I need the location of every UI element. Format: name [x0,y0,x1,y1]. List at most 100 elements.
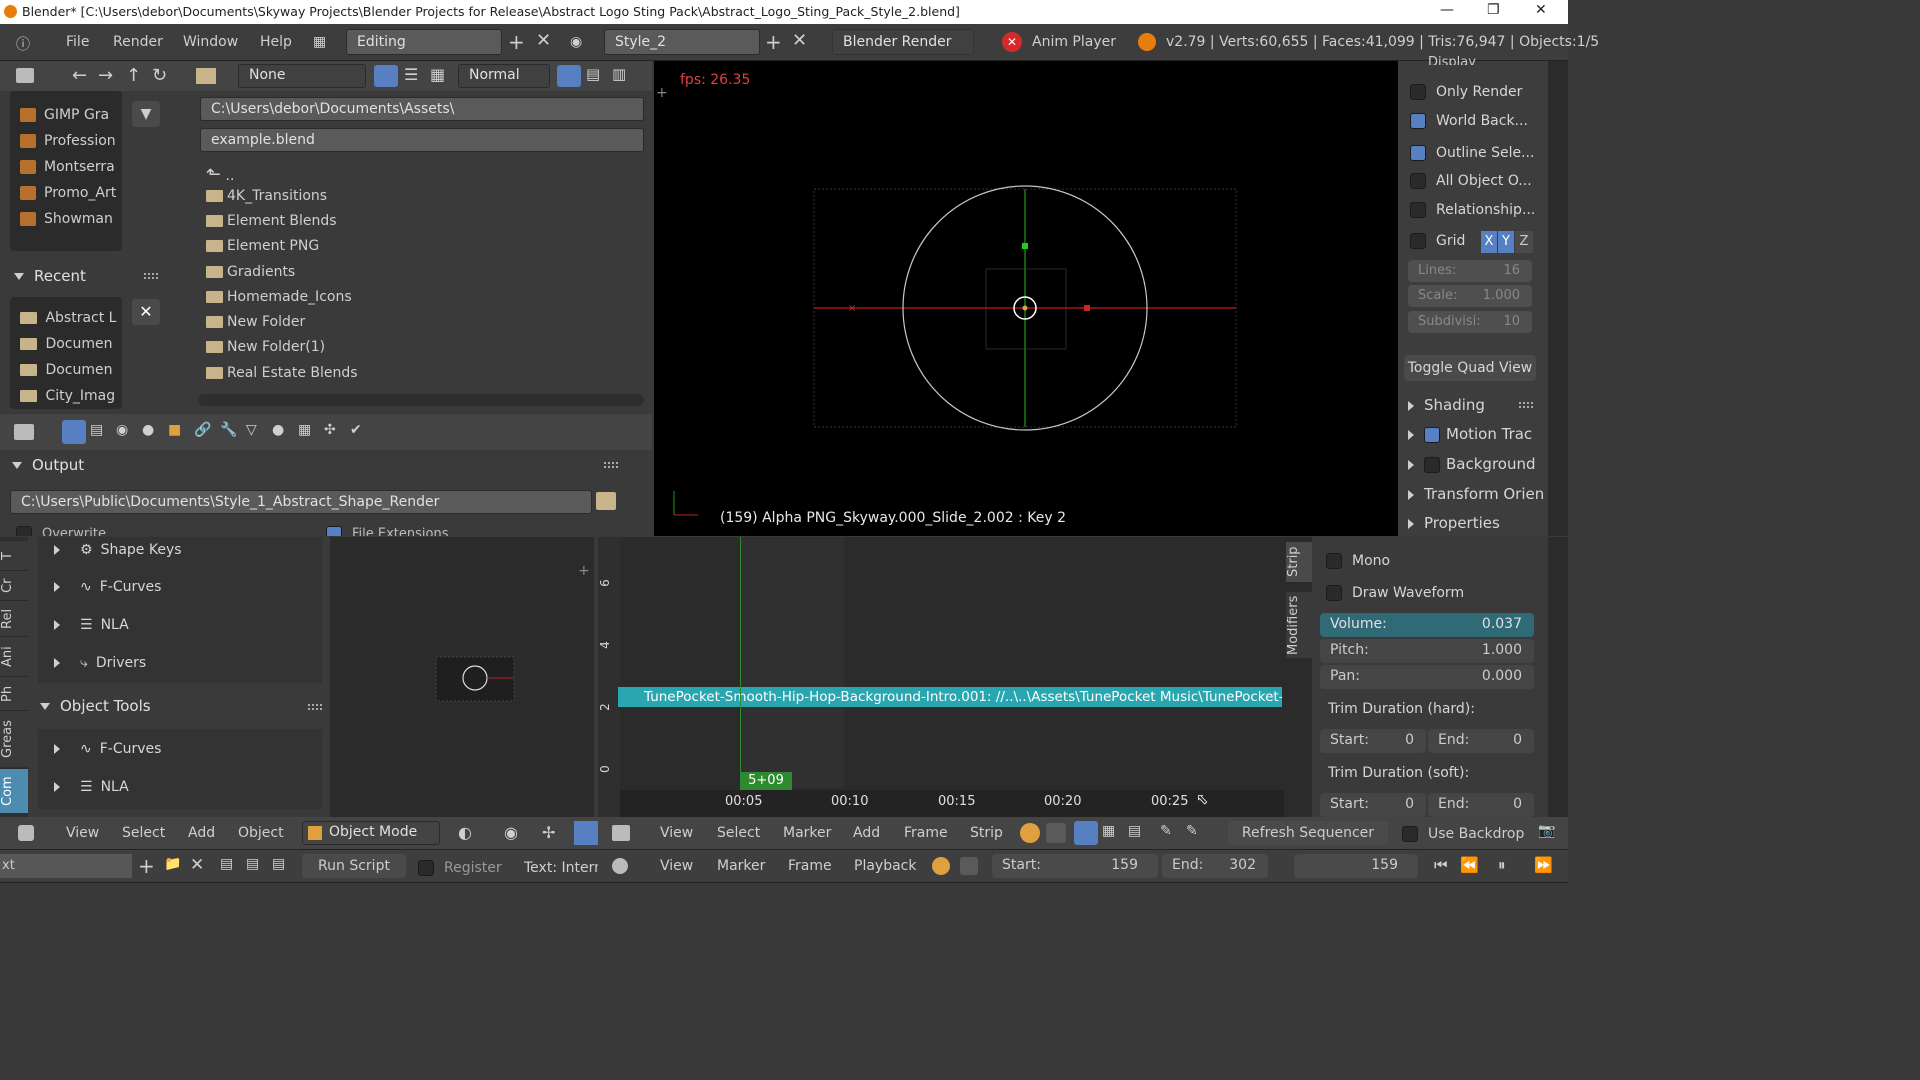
tab-animation[interactable]: Ani [0,636,28,677]
minimize-icon[interactable]: — [1440,2,1454,18]
pitch-field[interactable]: Pitch: 1.000 [1320,639,1534,663]
display-size-select[interactable]: Normal [458,64,550,88]
shape-keys-item[interactable]: ⚙ Shape Keys [54,542,182,558]
folder-item[interactable]: New Folder(1) [206,339,325,355]
trim-hard-start-field[interactable]: Start: 0 [1320,729,1426,753]
menu-object[interactable]: Object [238,825,284,841]
properties-section[interactable]: Properties [1408,514,1500,532]
menu-file[interactable]: File [66,34,89,50]
3d-viewport[interactable]: fps: 26.35 + × (159) Alpha PNG_Skyway.00… [654,61,1398,536]
transform-orientations-section[interactable]: Transform Orien [1408,485,1544,503]
parent-folder-item[interactable]: ⬑ .. [206,164,234,185]
small-3d-viewport[interactable]: + [330,537,594,817]
forward-icon[interactable]: → [98,65,113,86]
back-icon[interactable]: ← [72,65,87,86]
mono-checkbox[interactable]: Mono [1326,553,1390,569]
pan-field[interactable]: Pan: 0.000 [1320,665,1534,689]
pause-icon[interactable]: ⏸ [1498,856,1506,874]
vertical-scrollbar[interactable] [1548,61,1568,536]
remove-layout-icon[interactable]: ✕ [536,30,551,51]
maximize-icon[interactable]: ❐ [1487,2,1500,18]
bookmark-item[interactable]: Profession [20,133,116,149]
paste-strip-icon[interactable]: ✎ [1186,823,1198,839]
menu-view[interactable]: View [660,858,693,874]
world-tab-icon[interactable]: ● [142,422,154,438]
editor-type-icon[interactable] [16,68,34,83]
render-tab-icon[interactable] [62,420,86,444]
grid-subdivisions-field[interactable]: Subdivisi: 10 [1408,311,1532,333]
view-type-sequencer-icon[interactable] [1074,821,1098,845]
outline-selected-checkbox[interactable]: Outline Sele... [1410,145,1534,161]
editor-type-icon[interactable] [18,825,34,841]
grid-axis-y-toggle[interactable]: Y [1498,231,1514,253]
folder-item[interactable]: 4K_Transitions [206,188,327,204]
manipulator-icon[interactable]: ✢ [542,823,555,842]
directory-path-input[interactable]: C:\Users\debor\Documents\Assets\ [200,97,644,121]
syntax-icon[interactable]: ▤ [272,856,285,872]
sort-ext-icon[interactable]: ▤ [586,65,600,83]
recent-item[interactable]: Abstract L [20,310,116,326]
current-frame-indicator[interactable]: 5+09 [740,772,792,790]
scene-select[interactable]: Style_2 [604,29,760,55]
trim-hard-end-field[interactable]: End: 0 [1428,729,1534,753]
relationship-lines-checkbox[interactable]: Relationship... [1410,202,1535,218]
editor-type-icon[interactable] [612,858,628,874]
view-type-both-icon[interactable]: ▤ [1128,823,1141,839]
browse-folder-icon[interactable] [596,492,616,510]
jump-start-icon[interactable]: ⏮ [1434,856,1448,874]
nla-item[interactable]: ☰ NLA [54,617,129,633]
screen-layout-select[interactable]: Editing [346,29,502,55]
view-type-preview-icon[interactable]: ▦ [1102,823,1115,839]
menu-marker[interactable]: Marker [783,825,831,841]
sequencer-mode-icon[interactable] [1020,823,1040,843]
lock-icon[interactable] [960,857,978,875]
jump-keyframe-back-icon[interactable]: ⏪ [1460,856,1479,874]
sort-time-icon[interactable]: ▥ [612,65,626,83]
remove-scene-icon[interactable]: ✕ [792,30,807,51]
editor-type-icon[interactable] [612,825,630,841]
long-list-icon[interactable]: ☰ [404,65,418,84]
filter-select[interactable]: None [238,64,366,88]
fcurves-item[interactable]: ∿ F-Curves [54,741,161,757]
refresh-sequencer-button[interactable]: Refresh Sequencer [1228,821,1388,845]
layout-grid-icon[interactable]: ▦ [313,34,326,50]
new-text-icon[interactable]: + [138,854,155,878]
run-script-button[interactable]: Run Script [302,854,406,878]
jump-keyframe-forward-icon[interactable]: ⏩ [1534,856,1553,874]
new-folder-icon[interactable] [196,68,216,84]
start-frame-field[interactable]: Start: 159 [992,854,1158,878]
folder-item[interactable]: Element PNG [206,238,319,254]
only-render-checkbox[interactable]: Only Render [1410,84,1522,100]
vertical-scrollbar[interactable] [1548,537,1568,817]
pivot-icon[interactable]: ◉ [504,823,518,842]
grid-axis-z-toggle[interactable]: Z [1515,231,1533,253]
draw-waveform-checkbox[interactable]: Draw Waveform [1326,585,1464,601]
menu-view[interactable]: View [66,825,99,841]
mode-select[interactable]: Object Mode [302,821,440,845]
sound-strip[interactable]: TunePocket-Smooth-Hip-Hop-Background-Int… [618,687,1282,707]
modifiers-tab-icon[interactable]: 🔧 [220,422,237,438]
unlink-text-icon[interactable]: ✕ [190,855,204,875]
folder-item[interactable]: Real Estate Blends [206,365,358,381]
recent-header[interactable]: Recent [14,267,86,285]
menu-select[interactable]: Select [717,825,760,841]
thumbnails-icon[interactable]: ▦ [430,65,445,84]
recent-item[interactable]: Documen [20,362,113,378]
folder-item[interactable]: Homemade_Icons [206,289,352,305]
line-numbers-icon[interactable]: ▤ [220,856,233,872]
menu-playback[interactable]: Playback [854,858,916,874]
clear-recent-icon[interactable]: ✕ [132,299,160,325]
refresh-icon[interactable]: ↻ [152,65,167,86]
bookmark-item[interactable]: Montserra [20,159,115,175]
y-handle[interactable] [1022,243,1028,249]
nla-item[interactable]: ☰ NLA [54,779,129,795]
checkbox-icon[interactable] [1424,426,1440,443]
timeline-mode-icon[interactable] [932,857,950,875]
menu-view[interactable]: View [660,825,693,841]
fcurves-item[interactable]: ∿ F-Curves [54,579,161,595]
add-scene-icon[interactable]: + [765,30,782,54]
tab-create[interactable]: Cr [0,570,28,601]
bookmark-item[interactable]: Promo_Art [20,185,116,201]
menu-frame[interactable]: Frame [904,825,948,841]
drag-handle-icon[interactable] [308,704,322,710]
